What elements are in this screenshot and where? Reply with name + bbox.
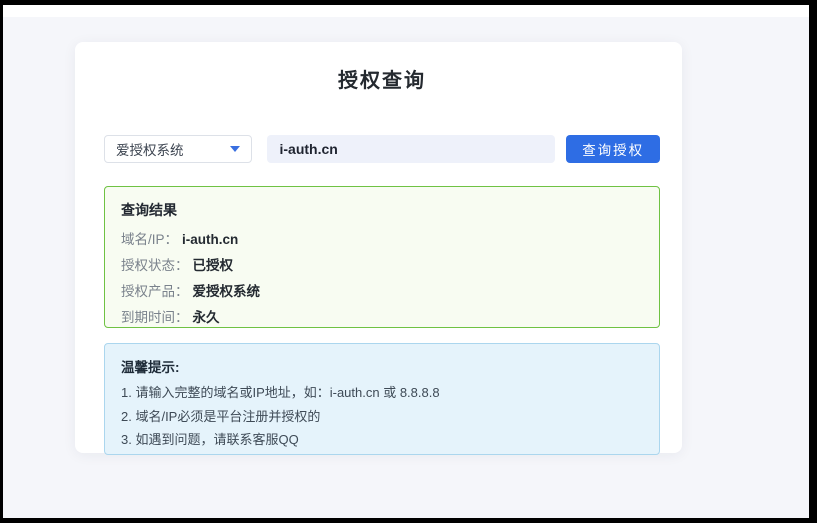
query-result-panel: 查询结果 域名/IP： i-auth.cn 授权状态： 已授权 授权产品： 爱授权系统…	[104, 186, 660, 328]
tip-item: 2. 域名/IP必须是平台注册并授权的	[121, 405, 643, 429]
result-value: 永久	[193, 310, 220, 325]
product-select-value: 爱授权系统	[116, 139, 184, 159]
result-label: 授权产品：	[121, 284, 189, 299]
result-label: 授权状态：	[121, 258, 189, 273]
query-form: 爱授权系统 查询授权	[104, 135, 660, 163]
result-value: i-auth.cn	[182, 232, 238, 247]
auth-query-card: 授权查询 爱授权系统 查询授权 查询结果 域名/IP： i-auth.cn 授权状…	[75, 42, 682, 453]
result-label: 域名/IP：	[121, 232, 178, 247]
tips-panel: 温馨提示: 1. 请输入完整的域名或IP地址，如：i-auth.cn 或 8.8…	[104, 343, 660, 455]
query-auth-button[interactable]: 查询授权	[566, 135, 660, 163]
page-title: 授权查询	[104, 64, 660, 93]
result-label: 到期时间：	[121, 310, 189, 325]
result-row-expiry: 到期时间： 永久	[121, 305, 643, 331]
result-row-domain: 域名/IP： i-auth.cn	[121, 227, 643, 253]
product-select[interactable]: 爱授权系统	[104, 135, 252, 163]
result-row-product: 授权产品： 爱授权系统	[121, 279, 643, 305]
result-heading: 查询结果	[121, 200, 643, 220]
result-value: 爱授权系统	[193, 284, 261, 299]
domain-input[interactable]	[267, 135, 555, 163]
tip-item: 3. 如遇到问题，请联系客服QQ	[121, 428, 643, 452]
result-value status-badge: 已授权	[193, 258, 234, 273]
browser-chrome-band	[3, 5, 809, 17]
tip-item: 1. 请输入完整的域名或IP地址，如：i-auth.cn 或 8.8.8.8	[121, 381, 643, 405]
chevron-down-icon	[230, 146, 240, 152]
result-row-status: 授权状态： 已授权	[121, 253, 643, 279]
tips-heading: 温馨提示:	[121, 356, 643, 376]
